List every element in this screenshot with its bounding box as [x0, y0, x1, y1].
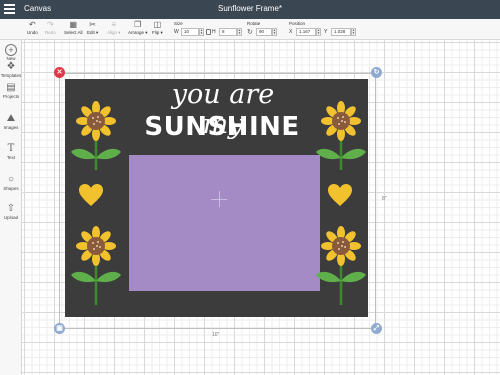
sidebar-item-label: Upload [3, 215, 19, 220]
document-title: Sunflower Frame* [217, 4, 283, 13]
sidebar-item-projects[interactable]: ▤ Projects [0, 82, 22, 99]
sidebar-item-label: Shapes [3, 186, 19, 191]
close-icon: ✕ [56, 69, 63, 76]
sunflower-icon [71, 226, 121, 305]
rotate-handle[interactable]: ↻ [371, 67, 382, 78]
rotate-stepper[interactable]: ▲ ▼ [272, 28, 277, 36]
redo-icon: ↷ [47, 20, 54, 29]
edit-label: Edit ▾ [87, 30, 99, 35]
sunflower-icon [316, 226, 366, 305]
image-icon: ⛰ [6, 113, 16, 124]
sunflower-icon [316, 101, 366, 170]
align-label: Align ▾ [107, 30, 121, 35]
rotate-icon: ↻ [247, 29, 253, 36]
photo-placeholder[interactable] [129, 155, 320, 291]
sidebar: + New ❖ Templates ▤ Projects ⛰ Images T … [0, 40, 22, 375]
delete-handle[interactable]: ✕ [54, 67, 65, 78]
select-all-label: Select All [64, 30, 83, 35]
sidebar-item-new[interactable]: + New [0, 44, 22, 61]
width-label: W [174, 29, 179, 35]
arrange-button[interactable]: ❐ Arrange ▾ [128, 20, 148, 36]
align-icon: ≡ [111, 20, 117, 29]
lock-handle[interactable]: ▣ [54, 323, 65, 334]
flip-label: Flip ▾ [152, 30, 163, 35]
select-all-button[interactable]: ▦ Select All [64, 20, 83, 35]
x-stepper[interactable]: ▲ ▼ [316, 28, 321, 36]
x-position-input[interactable]: 1.167 [296, 28, 316, 36]
width-stepper[interactable]: ▲ ▼ [199, 28, 204, 36]
upload-icon: ⇧ [6, 203, 16, 214]
width-dimension-label: 10" [212, 332, 220, 338]
height-stepper[interactable]: ▲ ▼ [237, 28, 242, 36]
height-label: H [212, 29, 216, 35]
sidebar-item-text[interactable]: T Text [0, 143, 22, 160]
height-dimension-label: 8" [382, 196, 387, 202]
sidebar-item-label: Images [3, 125, 19, 130]
rotate-input[interactable]: 90 [256, 28, 272, 36]
sidebar-item-upload[interactable]: ⇧ Upload [0, 203, 22, 220]
position-label: Position [289, 21, 306, 26]
arrange-icon: ❐ [134, 20, 142, 29]
shapes-icon: ○ [7, 174, 15, 185]
projects-icon: ▤ [6, 82, 16, 93]
redo-label: Redo [45, 30, 56, 35]
y-stepper[interactable]: ▲ ▼ [351, 28, 356, 36]
undo-label: Undo [27, 30, 38, 35]
sidebar-item-templates[interactable]: ❖ Templates [0, 61, 22, 78]
rotate-icon: ↻ [373, 69, 380, 76]
sidebar-item-label: Projects [2, 94, 20, 99]
toolbar: ↶ Undo ↷ Redo ▦ Select All ✂ Edit ▾ ≡ Al… [0, 19, 500, 40]
select-all-icon: ▦ [69, 20, 78, 29]
redo-button[interactable]: ↷ Redo [45, 20, 56, 35]
sunflower-icon [71, 101, 121, 170]
sidebar-item-label: Templates [0, 73, 22, 78]
lock-icon: ▣ [56, 325, 63, 332]
lock-aspect-icon[interactable] [206, 29, 211, 35]
scissors-icon: ✂ [89, 20, 96, 29]
undo-button[interactable]: ↶ Undo [27, 20, 38, 35]
top-bar: Canvas Sunflower Frame* [0, 0, 500, 19]
size-label: Size [174, 21, 183, 26]
sidebar-item-shapes[interactable]: ○ Shapes [0, 174, 22, 191]
rotate-label: Rotate [247, 21, 261, 26]
plus-icon: + [5, 44, 17, 56]
x-label: X [289, 29, 293, 35]
sidebar-item-label: Text [6, 155, 16, 160]
height-input[interactable]: 8 [219, 28, 237, 36]
y-label: Y [324, 29, 328, 35]
center-crosshair-icon [211, 191, 227, 207]
text-icon: T [7, 143, 15, 154]
undo-icon: ↶ [29, 20, 36, 29]
heart-icon [79, 184, 103, 206]
align-button[interactable]: ≡ Align ▾ [107, 20, 121, 36]
resize-icon: ⤢ [373, 325, 380, 332]
flip-icon: ◫ [153, 20, 162, 29]
heart-icon [328, 184, 352, 206]
width-input[interactable]: 10 [181, 28, 199, 36]
scale-handle[interactable]: ⤢ [371, 323, 382, 334]
arrange-label: Arrange ▾ [128, 30, 148, 35]
shirt-icon: ❖ [6, 61, 16, 72]
edit-button[interactable]: ✂ Edit ▾ [87, 20, 98, 36]
sidebar-item-images[interactable]: ⛰ Images [0, 113, 22, 130]
y-position-input[interactable]: 1.028 [331, 28, 351, 36]
flip-button[interactable]: ◫ Flip ▾ [152, 20, 163, 36]
design-text-line2[interactable]: SUNSHINE [136, 112, 308, 142]
